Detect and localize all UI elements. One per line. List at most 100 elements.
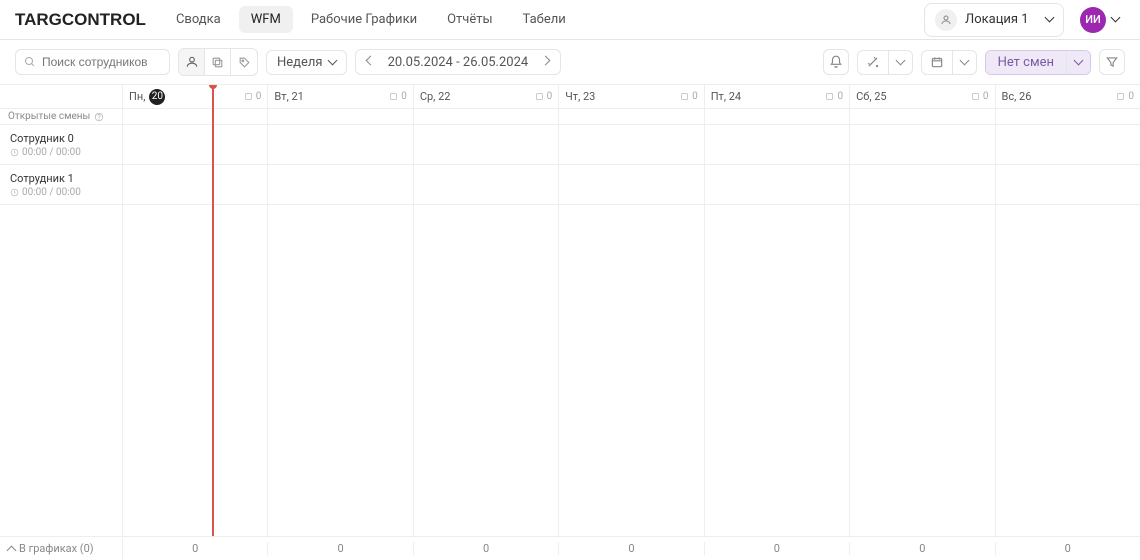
shift-cell[interactable] bbox=[559, 125, 704, 164]
search-box[interactable] bbox=[15, 49, 170, 75]
shift-cell[interactable] bbox=[705, 165, 850, 204]
open-shift-cell[interactable] bbox=[268, 109, 413, 124]
period-dropdown[interactable]: Неделя bbox=[266, 50, 347, 75]
day-column[interactable] bbox=[850, 205, 995, 536]
chevron-right-icon bbox=[542, 55, 549, 70]
open-shift-cell[interactable] bbox=[705, 109, 850, 124]
open-shift-cell[interactable] bbox=[414, 109, 559, 124]
view-copy-button[interactable] bbox=[205, 49, 231, 75]
day-label: Пн, bbox=[129, 90, 145, 103]
open-shift-cell[interactable] bbox=[123, 109, 268, 124]
day-label: Вс, 26 bbox=[1002, 90, 1032, 103]
footer-total: 0 bbox=[996, 542, 1140, 555]
topbar: TARGCONTROL Сводка WFM Рабочие Графики О… bbox=[0, 0, 1140, 40]
nav-tab-schedules[interactable]: Рабочие Графики bbox=[299, 6, 429, 33]
shifts-dropdown-button[interactable] bbox=[1066, 51, 1090, 74]
location-picker[interactable]: Локация 1 bbox=[924, 3, 1064, 37]
employee-hours: 00:00 / 00:00 bbox=[22, 147, 81, 158]
day-column[interactable] bbox=[414, 205, 559, 536]
open-shifts-label: Открытые смены bbox=[8, 111, 90, 122]
nav-tab-summary[interactable]: Сводка bbox=[164, 6, 233, 33]
day-header-fri[interactable]: Пт, 24 0 bbox=[705, 85, 850, 108]
employee-row: Сотрудник 1 00:00 / 00:00 bbox=[0, 165, 1140, 205]
nav-tab-wfm[interactable]: WFM bbox=[239, 6, 293, 33]
shifts-button-group: Нет смен bbox=[985, 50, 1091, 75]
nav-tab-reports[interactable]: Отчёты bbox=[435, 6, 504, 33]
help-icon[interactable] bbox=[94, 112, 104, 122]
day-header-sun[interactable]: Вс, 26 0 bbox=[996, 85, 1140, 108]
shift-cell[interactable] bbox=[268, 125, 413, 164]
day-header-tue[interactable]: Вт, 21 0 bbox=[268, 85, 413, 108]
view-people-button[interactable] bbox=[179, 49, 205, 75]
employee-hours: 00:00 / 00:00 bbox=[22, 187, 81, 198]
day-column[interactable] bbox=[996, 205, 1140, 536]
chevron-left-icon bbox=[367, 55, 374, 70]
magic-button bbox=[857, 50, 913, 75]
schedule-header-side bbox=[0, 85, 123, 108]
shift-cell[interactable] bbox=[123, 165, 268, 204]
employee-info-cell[interactable]: Сотрудник 0 00:00 / 00:00 bbox=[0, 125, 123, 164]
day-label: Вт, 21 bbox=[274, 90, 303, 103]
filter-button[interactable] bbox=[1099, 49, 1125, 75]
notifications-button[interactable] bbox=[823, 49, 849, 75]
open-shift-cell[interactable] bbox=[850, 109, 995, 124]
view-tag-button[interactable] bbox=[231, 49, 257, 75]
open-shift-cell[interactable] bbox=[559, 109, 704, 124]
shift-cell[interactable] bbox=[414, 125, 559, 164]
view-mode-group bbox=[178, 48, 258, 76]
schedule-body-empty bbox=[0, 205, 1140, 536]
shift-cell[interactable] bbox=[123, 125, 268, 164]
day-count: 0 bbox=[1128, 91, 1134, 102]
no-shifts-button[interactable]: Нет смен bbox=[986, 51, 1066, 74]
shift-cell[interactable] bbox=[559, 165, 704, 204]
user-menu[interactable]: ИИ bbox=[1074, 3, 1125, 37]
day-label: Сб, 25 bbox=[856, 90, 887, 103]
employee-name: Сотрудник 1 bbox=[10, 172, 74, 185]
day-count: 0 bbox=[547, 91, 553, 102]
day-column[interactable] bbox=[559, 205, 704, 536]
shift-cell[interactable] bbox=[705, 125, 850, 164]
shift-cell[interactable] bbox=[850, 165, 995, 204]
day-label: Ср, 22 bbox=[420, 90, 451, 103]
day-header-mon[interactable]: Пн, 20 0 bbox=[123, 85, 268, 108]
open-shifts-row: Открытые смены bbox=[0, 109, 1140, 125]
day-header-wed[interactable]: Ср, 22 0 bbox=[414, 85, 559, 108]
date-prev-button[interactable] bbox=[362, 53, 380, 71]
employee-info-cell[interactable]: Сотрудник 1 00:00 / 00:00 bbox=[0, 165, 123, 204]
date-next-button[interactable] bbox=[536, 53, 554, 71]
day-header-thu[interactable]: Чт, 23 0 bbox=[559, 85, 704, 108]
shift-cell[interactable] bbox=[268, 165, 413, 204]
shift-cell[interactable] bbox=[414, 165, 559, 204]
day-column[interactable] bbox=[705, 205, 850, 536]
open-shifts-label-cell[interactable]: Открытые смены bbox=[0, 109, 123, 124]
chevron-down-icon bbox=[1075, 55, 1082, 70]
footer-label-cell[interactable]: В графиках (0) bbox=[0, 538, 123, 559]
day-count: 0 bbox=[401, 91, 407, 102]
today-badge: 20 bbox=[149, 89, 165, 105]
employee-row: Сотрудник 0 00:00 / 00:00 bbox=[0, 125, 1140, 165]
open-shift-cell[interactable] bbox=[996, 109, 1140, 124]
schedule-grid: Пн, 20 0 Вт, 21 0 Ср, 22 0 Чт, 23 0 Пт, … bbox=[0, 84, 1140, 536]
date-range-label[interactable]: 20.05.2024 - 26.05.2024 bbox=[388, 55, 529, 70]
magic-wand-button[interactable] bbox=[858, 51, 888, 74]
footer-total: 0 bbox=[559, 542, 704, 555]
calendar-dropdown-button[interactable] bbox=[952, 51, 976, 74]
day-count: 0 bbox=[256, 91, 262, 102]
magic-dropdown-button[interactable] bbox=[888, 51, 912, 74]
shift-cell[interactable] bbox=[996, 125, 1140, 164]
day-header-sat[interactable]: Сб, 25 0 bbox=[850, 85, 995, 108]
chevron-down-icon bbox=[329, 55, 336, 70]
footer-summary: В графиках (0) 0 0 0 0 0 0 0 bbox=[0, 536, 1140, 560]
search-input[interactable] bbox=[42, 55, 161, 69]
schedule-header: Пн, 20 0 Вт, 21 0 Ср, 22 0 Чт, 23 0 Пт, … bbox=[0, 85, 1140, 109]
day-column[interactable] bbox=[268, 205, 413, 536]
nav-tabs: Сводка WFM Рабочие Графики Отчёты Табели bbox=[164, 6, 578, 33]
calendar-button[interactable] bbox=[922, 51, 952, 74]
day-label: Чт, 23 bbox=[565, 90, 595, 103]
day-column[interactable] bbox=[123, 205, 268, 536]
footer-label: В графиках (0) bbox=[19, 542, 94, 555]
nav-tab-timesheets[interactable]: Табели bbox=[511, 6, 578, 33]
shift-cell[interactable] bbox=[996, 165, 1140, 204]
calendar-button-group bbox=[921, 50, 977, 75]
shift-cell[interactable] bbox=[850, 125, 995, 164]
